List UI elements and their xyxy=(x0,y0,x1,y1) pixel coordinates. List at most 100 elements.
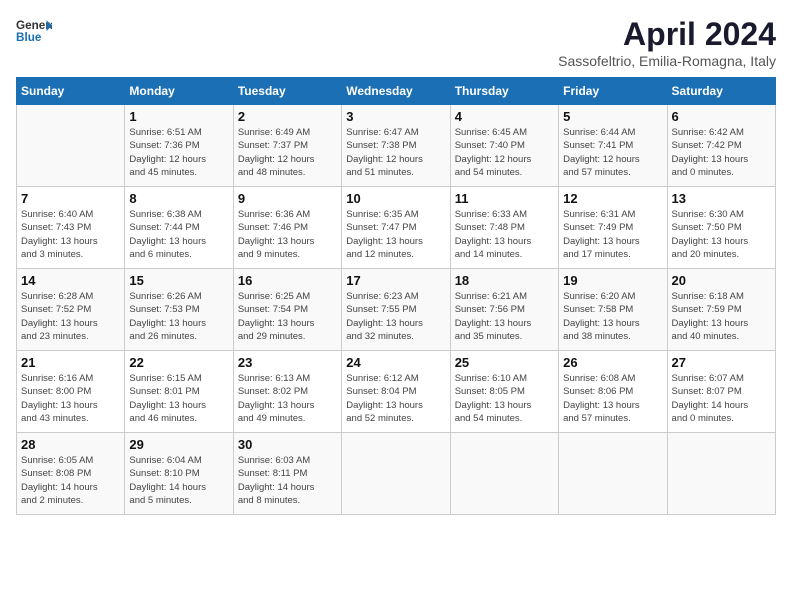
day-cell: 30 Sunrise: 6:03 AMSunset: 8:11 PMDayligh… xyxy=(233,433,341,515)
day-number: 18 xyxy=(455,273,554,288)
day-info: Sunrise: 6:07 AMSunset: 8:07 PMDaylight:… xyxy=(672,372,771,425)
day-number: 2 xyxy=(238,109,337,124)
day-number: 5 xyxy=(563,109,662,124)
week-row-1: 1 Sunrise: 6:51 AMSunset: 7:36 PMDaylight… xyxy=(17,105,776,187)
day-number: 20 xyxy=(672,273,771,288)
day-number: 4 xyxy=(455,109,554,124)
day-cell: 23Sunrise: 6:13 AMSunset: 8:02 PMDayligh… xyxy=(233,351,341,433)
day-info: Sunrise: 6:30 AMSunset: 7:50 PMDaylight:… xyxy=(672,208,771,261)
day-number: 28 xyxy=(21,437,120,452)
weekday-header-saturday: Saturday xyxy=(667,78,775,105)
day-info: Sunrise: 6:13 AMSunset: 8:02 PMDaylight:… xyxy=(238,372,337,425)
day-info: Sunrise: 6:35 AMSunset: 7:47 PMDaylight:… xyxy=(346,208,445,261)
day-info: Sunrise: 6:42 AMSunset: 7:42 PMDaylight:… xyxy=(672,126,771,179)
weekday-header-wednesday: Wednesday xyxy=(342,78,450,105)
day-info: Sunrise: 6:36 AMSunset: 7:46 PMDaylight:… xyxy=(238,208,337,261)
day-cell xyxy=(450,433,558,515)
day-cell: 28 Sunrise: 6:05 AMSunset: 8:08 PMDayligh… xyxy=(17,433,125,515)
day-info: Sunrise: 6:05 AMSunset: 8:08 PMDaylight:… xyxy=(21,454,120,507)
day-info: Sunrise: 6:03 AMSunset: 8:11 PMDaylight:… xyxy=(238,454,337,507)
day-info: Sunrise: 6:44 AMSunset: 7:41 PMDaylight:… xyxy=(563,126,662,179)
day-info: Sunrise: 6:49 AMSunset: 7:37 PMDaylight:… xyxy=(238,126,337,179)
day-info: Sunrise: 6:15 AMSunset: 8:01 PMDaylight:… xyxy=(129,372,228,425)
day-cell: 12 Sunrise: 6:31 AMSunset: 7:49 PMDayligh… xyxy=(559,187,667,269)
day-number: 29 xyxy=(129,437,228,452)
day-cell: 22 Sunrise: 6:15 AMSunset: 8:01 PMDayligh… xyxy=(125,351,233,433)
week-row-5: 28 Sunrise: 6:05 AMSunset: 8:08 PMDayligh… xyxy=(17,433,776,515)
day-info: Sunrise: 6:47 AMSunset: 7:38 PMDaylight:… xyxy=(346,126,445,179)
day-info: Sunrise: 6:51 AMSunset: 7:36 PMDaylight:… xyxy=(129,126,228,179)
week-row-2: 7 Sunrise: 6:40 AMSunset: 7:43 PMDaylight… xyxy=(17,187,776,269)
day-info: Sunrise: 6:16 AMSunset: 8:00 PMDaylight:… xyxy=(21,372,120,425)
day-cell xyxy=(17,105,125,187)
svg-text:Blue: Blue xyxy=(16,31,42,44)
weekday-header-tuesday: Tuesday xyxy=(233,78,341,105)
day-cell: 16 Sunrise: 6:25 AMSunset: 7:54 PMDayligh… xyxy=(233,269,341,351)
day-number: 15 xyxy=(129,273,228,288)
day-number: 27 xyxy=(672,355,771,370)
day-cell: 10 Sunrise: 6:35 AMSunset: 7:47 PMDayligh… xyxy=(342,187,450,269)
day-number: 10 xyxy=(346,191,445,206)
day-cell: 26Sunrise: 6:08 AMSunset: 8:06 PMDayligh… xyxy=(559,351,667,433)
day-number: 9 xyxy=(238,191,337,206)
day-info: Sunrise: 6:23 AMSunset: 7:55 PMDaylight:… xyxy=(346,290,445,343)
day-cell: 4 Sunrise: 6:45 AMSunset: 7:40 PMDaylight… xyxy=(450,105,558,187)
day-cell: 1 Sunrise: 6:51 AMSunset: 7:36 PMDaylight… xyxy=(125,105,233,187)
day-cell: 18Sunrise: 6:21 AMSunset: 7:56 PMDayligh… xyxy=(450,269,558,351)
day-info: Sunrise: 6:18 AMSunset: 7:59 PMDaylight:… xyxy=(672,290,771,343)
day-number: 19 xyxy=(563,273,662,288)
day-cell: 25 Sunrise: 6:10 AMSunset: 8:05 PMDayligh… xyxy=(450,351,558,433)
week-row-3: 14 Sunrise: 6:28 AMSunset: 7:52 PMDayligh… xyxy=(17,269,776,351)
day-number: 22 xyxy=(129,355,228,370)
day-number: 24 xyxy=(346,355,445,370)
day-cell: 17Sunrise: 6:23 AMSunset: 7:55 PMDayligh… xyxy=(342,269,450,351)
day-info: Sunrise: 6:10 AMSunset: 8:05 PMDaylight:… xyxy=(455,372,554,425)
day-info: Sunrise: 6:40 AMSunset: 7:43 PMDaylight:… xyxy=(21,208,120,261)
day-cell xyxy=(559,433,667,515)
day-info: Sunrise: 6:20 AMSunset: 7:58 PMDaylight:… xyxy=(563,290,662,343)
day-cell: 8Sunrise: 6:38 AMSunset: 7:44 PMDaylight… xyxy=(125,187,233,269)
day-info: Sunrise: 6:12 AMSunset: 8:04 PMDaylight:… xyxy=(346,372,445,425)
calendar-table: SundayMondayTuesdayWednesdayThursdayFrid… xyxy=(16,77,776,515)
day-cell: 9 Sunrise: 6:36 AMSunset: 7:46 PMDaylight… xyxy=(233,187,341,269)
day-number: 7 xyxy=(21,191,120,206)
day-number: 12 xyxy=(563,191,662,206)
day-info: Sunrise: 6:28 AMSunset: 7:52 PMDaylight:… xyxy=(21,290,120,343)
day-number: 6 xyxy=(672,109,771,124)
weekday-header-monday: Monday xyxy=(125,78,233,105)
day-cell: 15Sunrise: 6:26 AMSunset: 7:53 PMDayligh… xyxy=(125,269,233,351)
day-cell: 14 Sunrise: 6:28 AMSunset: 7:52 PMDayligh… xyxy=(17,269,125,351)
day-cell: 27 Sunrise: 6:07 AMSunset: 8:07 PMDayligh… xyxy=(667,351,775,433)
day-cell: 6 Sunrise: 6:42 AMSunset: 7:42 PMDaylight… xyxy=(667,105,775,187)
day-cell: 7 Sunrise: 6:40 AMSunset: 7:43 PMDaylight… xyxy=(17,187,125,269)
day-number: 30 xyxy=(238,437,337,452)
week-row-4: 21 Sunrise: 6:16 AMSunset: 8:00 PMDayligh… xyxy=(17,351,776,433)
weekday-header-sunday: Sunday xyxy=(17,78,125,105)
weekday-header-row: SundayMondayTuesdayWednesdayThursdayFrid… xyxy=(17,78,776,105)
title-area: April 2024 Sassofeltrio, Emilia-Romagna,… xyxy=(558,16,776,69)
day-cell: 13Sunrise: 6:30 AMSunset: 7:50 PMDayligh… xyxy=(667,187,775,269)
day-cell xyxy=(667,433,775,515)
day-number: 11 xyxy=(455,191,554,206)
day-number: 21 xyxy=(21,355,120,370)
day-info: Sunrise: 6:38 AMSunset: 7:44 PMDaylight:… xyxy=(129,208,228,261)
day-number: 1 xyxy=(129,109,228,124)
logo: General Blue xyxy=(16,16,52,46)
day-cell: 20 Sunrise: 6:18 AMSunset: 7:59 PMDayligh… xyxy=(667,269,775,351)
day-info: Sunrise: 6:31 AMSunset: 7:49 PMDaylight:… xyxy=(563,208,662,261)
day-info: Sunrise: 6:04 AMSunset: 8:10 PMDaylight:… xyxy=(129,454,228,507)
day-number: 3 xyxy=(346,109,445,124)
day-info: Sunrise: 6:33 AMSunset: 7:48 PMDaylight:… xyxy=(455,208,554,261)
day-cell: 29 Sunrise: 6:04 AMSunset: 8:10 PMDayligh… xyxy=(125,433,233,515)
day-info: Sunrise: 6:25 AMSunset: 7:54 PMDaylight:… xyxy=(238,290,337,343)
day-info: Sunrise: 6:45 AMSunset: 7:40 PMDaylight:… xyxy=(455,126,554,179)
day-number: 14 xyxy=(21,273,120,288)
day-cell: 19 Sunrise: 6:20 AMSunset: 7:58 PMDayligh… xyxy=(559,269,667,351)
day-number: 16 xyxy=(238,273,337,288)
day-cell: 2 Sunrise: 6:49 AMSunset: 7:37 PMDaylight… xyxy=(233,105,341,187)
day-cell xyxy=(342,433,450,515)
header: General Blue April 2024 Sassofeltrio, Em… xyxy=(16,16,776,69)
day-cell: 21 Sunrise: 6:16 AMSunset: 8:00 PMDayligh… xyxy=(17,351,125,433)
day-number: 26 xyxy=(563,355,662,370)
day-number: 25 xyxy=(455,355,554,370)
